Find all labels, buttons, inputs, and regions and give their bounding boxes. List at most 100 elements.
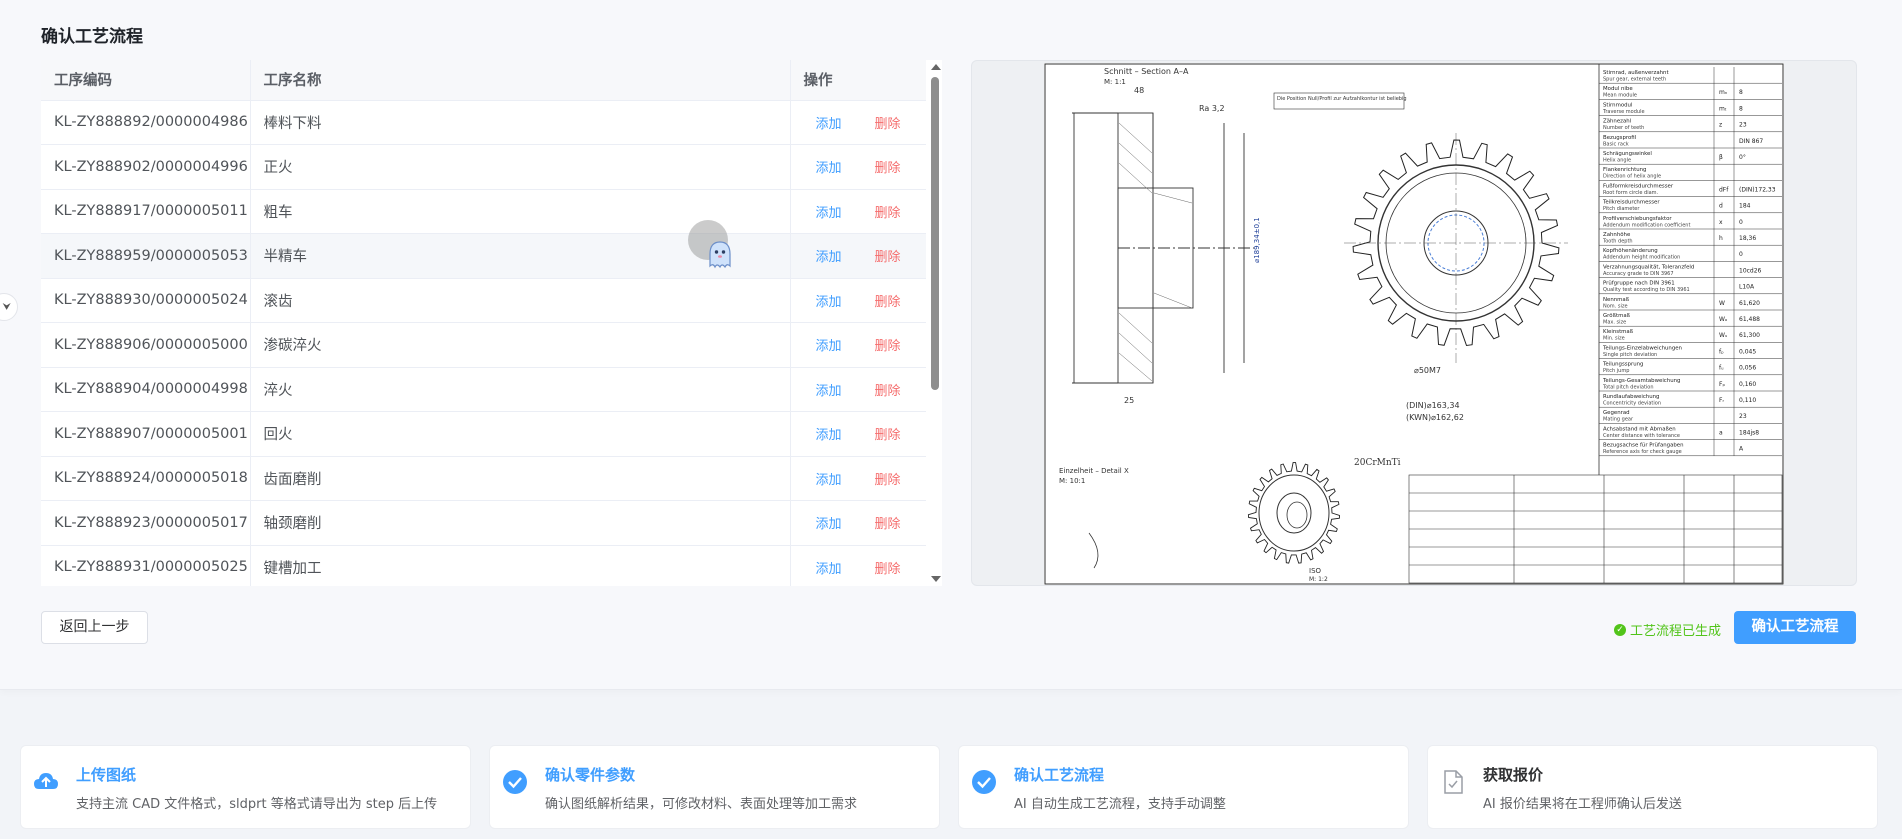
step-confirm-params[interactable]: 确认零件参数 确认图纸解析结果，可修改材料、表面处理等加工需求	[489, 745, 940, 829]
spec-sublabel: Concentricity deviation	[1603, 401, 1661, 407]
spec-sublabel: Accuracy grade to DIN 3967	[1603, 271, 1674, 277]
spec-label: Größtmaß	[1603, 313, 1631, 319]
spec-label: Teilungs-Gesamtabweichung	[1602, 378, 1680, 384]
table-row: KL-ZY888930/0000005024 滚齿 添加 删除	[41, 278, 926, 323]
spec-value: 18,36	[1739, 235, 1756, 242]
spec-symbol: W	[1719, 300, 1725, 307]
add-button[interactable]: 添加	[816, 384, 842, 399]
ghost-mascot-icon	[709, 241, 731, 269]
step-title: 确认工艺流程	[1014, 766, 1105, 784]
spec-value: 8	[1739, 89, 1743, 96]
check-circle-icon	[503, 770, 527, 794]
back-button[interactable]: 返回上一步	[41, 611, 148, 644]
spec-value: DIN 867	[1739, 138, 1763, 145]
spec-sublabel: Direction of helix angle	[1603, 174, 1661, 180]
spec-label: Stirnrad, außenverzahnt	[1603, 70, 1669, 76]
table-row: KL-ZY888959/0000005053 半精车 添加 删除	[41, 233, 926, 279]
spec-value: 61,300	[1739, 332, 1760, 339]
table-row: KL-ZY888892/0000004986 棒料下料 添加 删除	[41, 100, 926, 145]
drawing-preview[interactable]: Schnitt – Section A–A M: 1:1 48 25 Ra 3,…	[971, 60, 1857, 586]
spec-value: 0,056	[1739, 365, 1756, 372]
process-code: KL-ZY888923/0000005017	[41, 500, 250, 546]
process-code: KL-ZY888959/0000005053	[41, 233, 250, 279]
iso-scale: M: 1:2	[1309, 576, 1328, 583]
spec-sublabel: Basic rack	[1603, 141, 1629, 147]
add-button[interactable]: 添加	[816, 161, 842, 176]
scroll-thumb[interactable]	[931, 77, 939, 390]
process-code: KL-ZY888904/0000004998	[41, 367, 250, 412]
step-desc: 支持主流 CAD 文件格式，sldprt 等格式请导出为 step 后上传	[76, 797, 438, 812]
collapse-toggle[interactable]: ⮟	[0, 293, 18, 321]
spec-sublabel: Min. size	[1603, 336, 1625, 342]
delete-button[interactable]: 删除	[875, 562, 901, 577]
row-actions: 添加 删除	[789, 189, 926, 234]
delete-button[interactable]: 删除	[875, 339, 901, 354]
spec-value: 23	[1739, 413, 1747, 420]
spec-sublabel: Tooth depth	[1602, 239, 1633, 245]
add-button[interactable]: 添加	[816, 117, 842, 132]
delete-button[interactable]: 删除	[875, 473, 901, 488]
add-button[interactable]: 添加	[816, 339, 842, 354]
assistant-mascot[interactable]	[688, 220, 738, 270]
add-button[interactable]: 添加	[816, 562, 842, 577]
spec-label: Gegenrad	[1603, 410, 1630, 416]
delete-button[interactable]: 删除	[875, 384, 901, 399]
row-actions: 添加 删除	[789, 144, 926, 190]
check-icon: ✓	[1614, 623, 1626, 636]
spec-sublabel: Mating gear	[1603, 417, 1634, 423]
scroll-down-arrow[interactable]	[931, 576, 941, 582]
step-title: 确认零件参数	[545, 766, 636, 784]
add-button[interactable]: 添加	[816, 428, 842, 443]
spec-label: Bezugsprofil	[1603, 135, 1636, 141]
spec-symbol: β	[1719, 154, 1723, 161]
spec-symbol: Fᵣ	[1719, 397, 1724, 404]
spec-symbol: d	[1719, 203, 1723, 210]
spec-symbol: fᵤ	[1719, 365, 1724, 372]
table-scrollbar[interactable]	[928, 60, 942, 586]
generated-status-text: 工艺流程已生成	[1630, 624, 1722, 639]
step-confirm-process[interactable]: 确认工艺流程 AI 自动生成工艺流程，支持手动调整	[958, 745, 1409, 829]
table-row: KL-ZY888924/0000005018 齿面磨削 添加 删除	[41, 456, 926, 501]
confirm-process-button[interactable]: 确认工艺流程	[1734, 611, 1856, 644]
delete-button[interactable]: 删除	[875, 161, 901, 176]
add-button[interactable]: 添加	[816, 206, 842, 221]
add-button[interactable]: 添加	[816, 250, 842, 265]
add-button[interactable]: 添加	[816, 517, 842, 532]
process-name: 渗碳淬火	[249, 322, 790, 368]
row-actions: 添加 删除	[789, 545, 926, 586]
spec-sublabel: Quality test according to DIN 3961	[1603, 287, 1690, 293]
spec-sublabel: Addendum height modification	[1603, 255, 1680, 261]
process-name: 轴颈磨削	[249, 500, 790, 546]
add-button[interactable]: 添加	[816, 473, 842, 488]
root-dia-label: (KWN)⌀162,62	[1406, 413, 1464, 422]
delete-button[interactable]: 删除	[875, 206, 901, 221]
step-title: 上传图纸	[76, 766, 137, 784]
spec-value: A	[1739, 446, 1744, 453]
delete-button[interactable]: 删除	[875, 250, 901, 265]
process-code: KL-ZY888924/0000005018	[41, 456, 250, 501]
delete-button[interactable]: 删除	[875, 295, 901, 310]
table-row: KL-ZY888917/0000005011 粗车 添加 删除	[41, 189, 926, 234]
header-name: 工序名称	[249, 60, 790, 101]
spec-label: Kopfhöhenänderung	[1603, 248, 1658, 254]
process-code: KL-ZY888902/0000004996	[41, 144, 250, 190]
process-name: 淬火	[249, 367, 790, 412]
delete-button[interactable]: 删除	[875, 428, 901, 443]
add-button[interactable]: 添加	[816, 295, 842, 310]
material-label: 20CrMnTi	[1354, 458, 1401, 468]
row-actions: 添加 删除	[789, 233, 926, 279]
bore-label: ⌀50M7	[1414, 366, 1441, 375]
svg-text:Die Position Null/Profil zur A: Die Position Null/Profil zur Aufzahlkont…	[1277, 96, 1407, 102]
delete-button[interactable]: 删除	[875, 117, 901, 132]
double-chevron-icon: ⮟	[2, 301, 12, 313]
spec-value: 0,110	[1739, 397, 1756, 404]
gear-drawing: Schnitt – Section A–A M: 1:1 48 25 Ra 3,…	[1044, 63, 1784, 585]
scroll-up-arrow[interactable]	[931, 64, 941, 70]
step-upload[interactable]: 上传图纸 支持主流 CAD 文件格式，sldprt 等格式请导出为 step 后…	[20, 745, 471, 829]
delete-button[interactable]: 删除	[875, 517, 901, 532]
svg-text:48: 48	[1134, 86, 1144, 95]
spec-sublabel: Mean module	[1603, 93, 1637, 99]
step-get-quote[interactable]: 获取报价 AI 报价结果将在工程师确认后发送	[1427, 745, 1878, 829]
step-desc: AI 报价结果将在工程师确认后发送	[1483, 797, 1682, 812]
spec-label: Schrägungswinkel	[1603, 151, 1652, 157]
